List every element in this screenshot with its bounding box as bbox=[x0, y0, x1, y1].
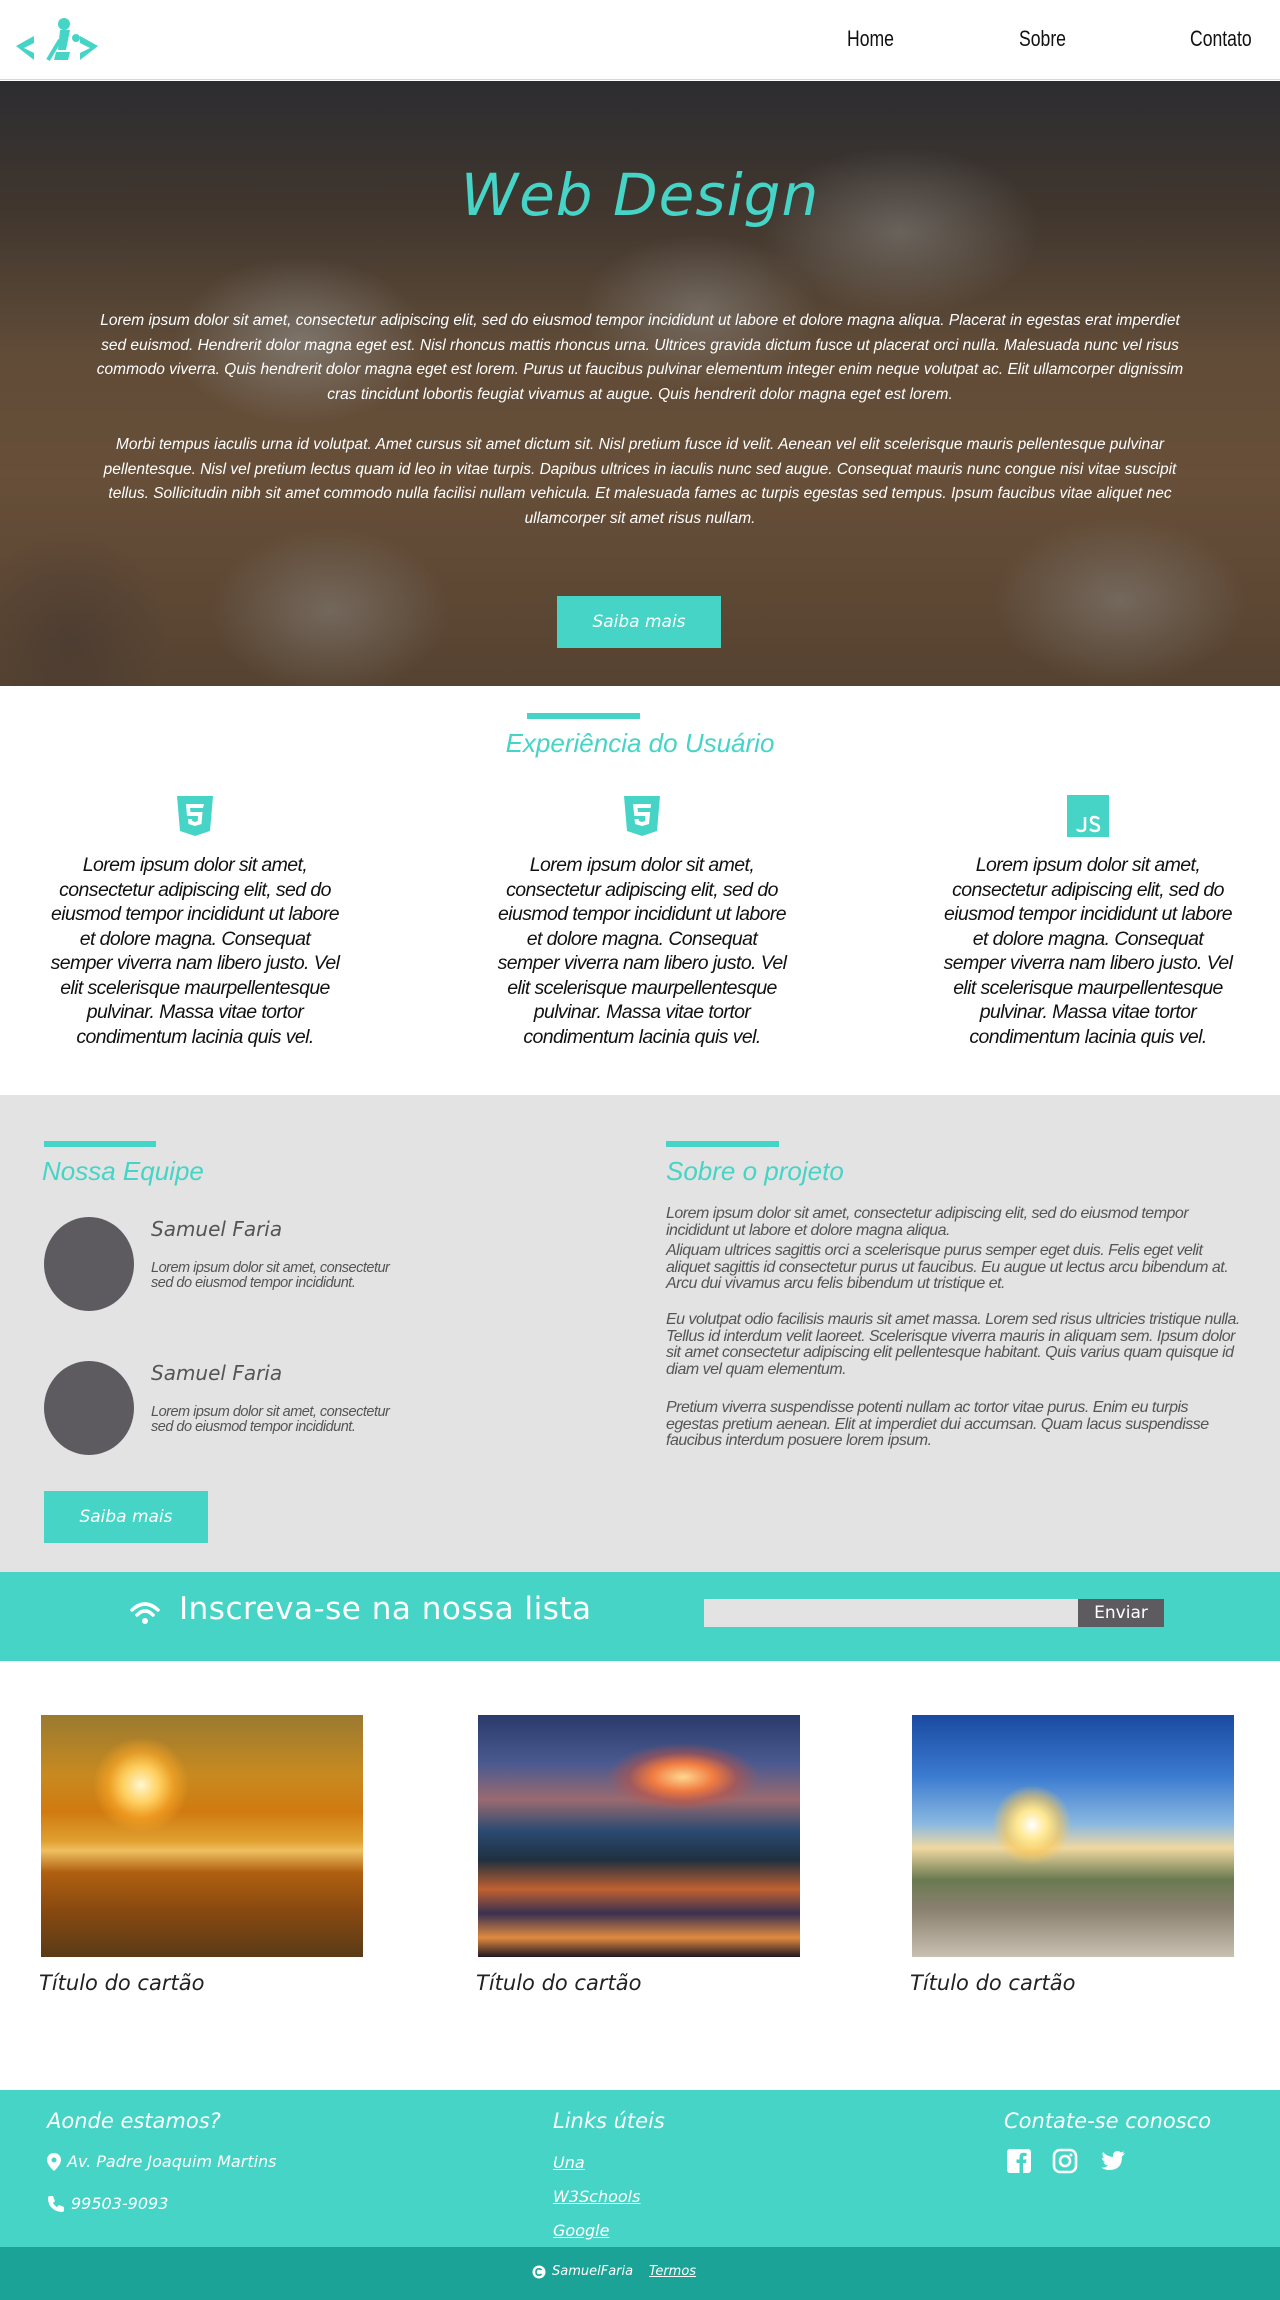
footer-links-title: Links úteis bbox=[553, 2109, 665, 2133]
ux-column-text: Lorem ipsum dolor sit amet, consectetur … bbox=[497, 854, 787, 1048]
card[interactable]: Título do cartão bbox=[476, 1715, 800, 1995]
card-image-city-night bbox=[478, 1715, 800, 1957]
card-title: Título do cartão bbox=[910, 1971, 1076, 1995]
team-title-bar bbox=[44, 1141, 156, 1147]
copyright-bar: SamuelFaria Termos bbox=[0, 2247, 1280, 2300]
project-paragraph: Pretium viverra suspendisse potenti null… bbox=[666, 1399, 1209, 1449]
code-pen-logo-icon[interactable] bbox=[12, 10, 102, 66]
card[interactable]: Título do cartão bbox=[910, 1715, 1234, 1995]
project-title-bar bbox=[666, 1141, 779, 1147]
newsletter-email-input[interactable] bbox=[704, 1599, 1078, 1627]
map-pin-icon bbox=[47, 2152, 61, 2171]
footer: Aonde estamos? Av. Padre Joaquim Martins… bbox=[0, 2090, 1280, 2247]
phone-icon bbox=[48, 2195, 64, 2212]
card-image-beach-palms bbox=[912, 1715, 1234, 1957]
newsletter-title: Inscreva-se na nossa lista bbox=[179, 1591, 592, 1627]
phone-text: 99503-9093 bbox=[71, 2194, 169, 2213]
avatar bbox=[44, 1361, 134, 1455]
footer-phone: 99503-9093 bbox=[47, 2194, 168, 2213]
project-paragraph: Eu volutpat odio facilisis mauris sit am… bbox=[666, 1311, 1240, 1378]
address-text: Av. Padre Joaquim Martins bbox=[67, 2152, 277, 2171]
twitter-icon[interactable] bbox=[1100, 2148, 1126, 2174]
ux-column-js: Lorem ipsum dolor sit amet, consectetur … bbox=[943, 795, 1233, 1049]
card-title: Título do cartão bbox=[39, 1971, 205, 1995]
newsletter-bar: Inscreva-se na nossa lista Enviar bbox=[0, 1572, 1280, 1661]
ux-column-css: Lorem ipsum dolor sit amet, consectetur … bbox=[50, 795, 340, 1049]
navbar: Home Sobre Contato bbox=[0, 0, 1280, 80]
js-icon bbox=[1067, 795, 1109, 837]
hero-paragraph-1: Lorem ipsum dolor sit amet, consectetur … bbox=[96, 312, 1184, 403]
hero-banner: Web Design Lorem ipsum dolor sit amet, c… bbox=[0, 81, 1280, 686]
copyright-text: SamuelFaria bbox=[552, 2264, 634, 2279]
team-member-card: Samuel Faria Lorem ipsum dolor sit amet,… bbox=[44, 1217, 464, 1313]
css3-icon bbox=[177, 796, 213, 836]
instagram-icon[interactable] bbox=[1052, 2148, 1078, 2174]
hero-paragraph-2: Morbi tempus iaculis urna id volutpat. A… bbox=[103, 436, 1177, 527]
card[interactable]: Título do cartão bbox=[39, 1715, 363, 1995]
footer-contact-title: Contate-se conosco bbox=[1004, 2109, 1212, 2133]
card-title: Título do cartão bbox=[476, 1971, 642, 1995]
hero-title: Web Design bbox=[460, 161, 820, 229]
ux-section-title: Experiência do Usuário bbox=[505, 728, 775, 758]
card-image-autumn-river bbox=[41, 1715, 363, 1957]
footer-link-google[interactable]: Google bbox=[553, 2221, 609, 2240]
member-name: Samuel Faria bbox=[151, 1217, 283, 1241]
copyright: SamuelFaria bbox=[532, 2264, 633, 2279]
facebook-icon[interactable] bbox=[1006, 2148, 1032, 2174]
project-title: Sobre o projeto bbox=[666, 1156, 844, 1186]
copyright-icon bbox=[532, 2265, 546, 2278]
nav-home-link[interactable]: Home bbox=[847, 26, 894, 52]
terms-link[interactable]: Termos bbox=[649, 2264, 696, 2279]
footer-link-w3schools[interactable]: W3Schools bbox=[553, 2187, 640, 2206]
nav-contato-link[interactable]: Contato bbox=[1190, 26, 1252, 52]
team-member-card: Samuel Faria Lorem ipsum dolor sit amet,… bbox=[44, 1361, 464, 1457]
hero-saiba-mais-button[interactable]: Saiba mais bbox=[557, 596, 721, 648]
wifi-icon bbox=[130, 1602, 160, 1624]
team-title: Nossa Equipe bbox=[42, 1156, 204, 1186]
member-name: Samuel Faria bbox=[151, 1361, 283, 1385]
ux-column-html: Lorem ipsum dolor sit amet, consectetur … bbox=[497, 795, 787, 1049]
nav-sobre-link[interactable]: Sobre bbox=[1019, 26, 1066, 52]
footer-address: Av. Padre Joaquim Martins bbox=[47, 2152, 277, 2171]
member-description: Lorem ipsum dolor sit amet, consectetur … bbox=[151, 1260, 390, 1291]
newsletter-send-button[interactable]: Enviar bbox=[1078, 1599, 1164, 1627]
member-description: Lorem ipsum dolor sit amet, consectetur … bbox=[151, 1404, 390, 1435]
ux-column-text: Lorem ipsum dolor sit amet, consectetur … bbox=[50, 854, 340, 1048]
avatar bbox=[44, 1217, 134, 1311]
footer-where-title: Aonde estamos? bbox=[47, 2109, 221, 2133]
html5-icon bbox=[624, 796, 660, 836]
project-paragraph: Lorem ipsum dolor sit amet, consectetur … bbox=[666, 1205, 1189, 1239]
ux-column-text: Lorem ipsum dolor sit amet, consectetur … bbox=[943, 854, 1233, 1048]
team-saiba-mais-button[interactable]: Saiba mais bbox=[44, 1491, 208, 1543]
footer-link-una[interactable]: Una bbox=[553, 2153, 585, 2172]
ux-title-bar bbox=[527, 713, 640, 719]
project-paragraph: Aliquam ultrices sagittis orci a sceleri… bbox=[666, 1242, 1229, 1292]
